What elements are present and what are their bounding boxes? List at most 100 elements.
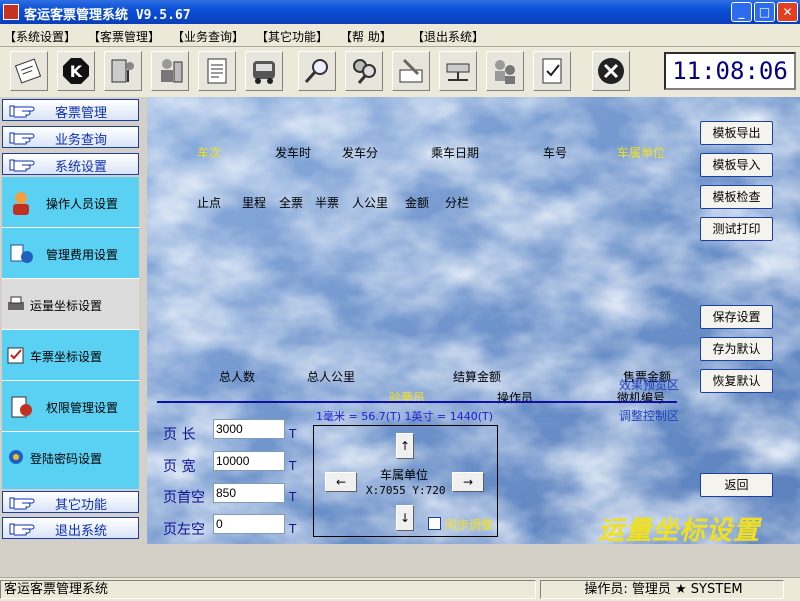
document-icon[interactable] — [198, 51, 236, 91]
sidebar-item-permission-settings[interactable]: 权限管理设置 — [2, 381, 139, 432]
sidebar-item-label: 权限管理设置 — [46, 401, 119, 415]
sidebar: 客票管理 业务查询 系统设置 操作人员设置 管理费用设置 运量坐标设置 车票坐标… — [0, 97, 142, 544]
menu-exit-system[interactable]: 【退出系统】 — [412, 28, 484, 45]
page-top-margin-input[interactable] — [213, 483, 285, 503]
menu-system-settings[interactable]: 【系统设置】 — [4, 28, 76, 45]
sidebar-head-label: 退出系统 — [55, 524, 108, 539]
field-vehicle-unit[interactable]: 车属单位 — [617, 144, 665, 161]
pointing-hand-icon — [9, 497, 35, 510]
page-width-input[interactable] — [213, 451, 285, 471]
field-settlement-amount[interactable]: 结算金额 — [453, 368, 501, 385]
network-icon[interactable] — [439, 51, 477, 91]
page-left-margin-unit: T — [289, 522, 297, 536]
page-length-input[interactable] — [213, 419, 285, 439]
menu-ticket-management[interactable]: 【客票管理】 — [88, 28, 160, 45]
sidebar-item-password-settings[interactable]: 登陆密码设置 — [2, 432, 139, 483]
page-left-margin-input[interactable] — [213, 514, 285, 534]
field-amount[interactable]: 金额 — [405, 194, 429, 211]
stop-k-icon[interactable]: K — [57, 51, 95, 91]
template-export-button[interactable]: 模板导出 — [700, 121, 773, 145]
field-total-person-km[interactable]: 总人公里 — [307, 368, 355, 385]
page-width-label: 页 宽 — [163, 459, 196, 475]
field-inspector[interactable]: 验票员 — [389, 389, 425, 406]
sidebar-head-exit-system[interactable]: 退出系统 — [2, 517, 139, 539]
field-person-km[interactable]: 人公里 — [352, 194, 388, 211]
operator-icon — [13, 192, 29, 215]
sidebar-submenu: 操作人员设置 管理费用设置 运量坐标设置 车票坐标设置 权限管理设置 登陆密码设… — [2, 177, 139, 489]
pointing-hand-icon — [9, 132, 35, 145]
divider-line — [157, 401, 677, 403]
person-config-icon[interactable] — [151, 51, 189, 91]
move-right-button[interactable]: → — [452, 472, 484, 492]
sidebar-head-ticket-management[interactable]: 客票管理 — [2, 99, 139, 121]
field-column[interactable]: 分栏 — [445, 194, 469, 211]
field-mileage[interactable]: 里程 — [242, 194, 266, 211]
save-settings-button[interactable]: 保存设置 — [700, 305, 773, 329]
fee-icon — [10, 244, 33, 263]
bus-icon[interactable] — [245, 51, 283, 91]
restore-default-button[interactable]: 恢复默认 — [700, 369, 773, 393]
field-half-ticket[interactable]: 半票 — [315, 194, 339, 211]
sidebar-item-volume-coord-settings[interactable]: 运量坐标设置 — [2, 279, 139, 330]
sidebar-head-label: 客票管理 — [55, 106, 108, 121]
sidebar-head-label: 其它功能 — [55, 498, 108, 513]
page-top-margin-label: 页首空 — [163, 490, 205, 506]
sidebar-head-system-settings[interactable]: 系统设置 — [2, 153, 139, 175]
field-vehicle-number[interactable]: 车号 — [543, 144, 567, 161]
pointing-hand-icon — [9, 523, 35, 536]
magnifier-icon[interactable] — [298, 51, 336, 91]
pen-icon[interactable] — [392, 51, 430, 91]
field-operator[interactable]: 操作员 — [497, 389, 533, 406]
minimize-button[interactable]: _ — [731, 2, 752, 22]
save-as-default-button[interactable]: 存为默认 — [700, 337, 773, 361]
page-title: 运量坐标设置 — [598, 516, 761, 546]
users-icon[interactable] — [486, 51, 524, 91]
bottom-gap — [0, 544, 800, 577]
field-total-people[interactable]: 总人数 — [219, 368, 255, 385]
sidebar-head-business-query[interactable]: 业务查询 — [2, 126, 139, 148]
field-bus-number[interactable]: 车次 — [197, 144, 221, 161]
sidebar-item-fee-settings[interactable]: 管理费用设置 — [2, 228, 139, 279]
menu-business-query[interactable]: 【业务查询】 — [172, 28, 244, 45]
field-depart-hour[interactable]: 发车时 — [275, 144, 311, 161]
sync-adjust-checkbox[interactable]: 同步调整 — [428, 516, 493, 533]
pointing-hand-icon — [9, 159, 35, 172]
template-check-button[interactable]: 模板检查 — [700, 185, 773, 209]
back-button[interactable]: 返回 — [700, 473, 773, 497]
move-up-button[interactable]: ↑ — [396, 433, 414, 459]
field-full-ticket[interactable]: 全票 — [279, 194, 303, 211]
template-import-button[interactable]: 模板导入 — [700, 153, 773, 177]
test-print-button[interactable]: 测试打印 — [700, 217, 773, 241]
checklist-icon[interactable] — [533, 51, 571, 91]
field-depart-minute[interactable]: 发车分 — [342, 144, 378, 161]
sidebar-head-label: 系统设置 — [55, 160, 108, 175]
sidebar-head-label: 业务查询 — [55, 133, 108, 148]
selected-field-name: 车属单位 — [380, 468, 429, 482]
equipment-icon[interactable] — [104, 51, 142, 91]
menu-other-functions[interactable]: 【其它功能】 — [256, 28, 328, 45]
menu-help[interactable]: 【帮 助】 — [340, 28, 392, 45]
double-magnifier-icon[interactable] — [345, 51, 383, 91]
field-computer-number[interactable]: 微机编号 — [617, 389, 665, 406]
page-length-label: 页 长 — [163, 427, 196, 443]
unit-scale-text: 1毫米 = 56.7(T) 1英寸 = 1440(T) — [316, 410, 494, 423]
page-width-unit: T — [289, 459, 297, 473]
sidebar-item-operator-settings[interactable]: 操作人员设置 — [2, 177, 139, 228]
ticket-icon[interactable] — [10, 51, 48, 91]
field-ride-date[interactable]: 乘车日期 — [431, 144, 479, 161]
page-top-margin-unit: T — [289, 490, 297, 504]
field-end-point[interactable]: 止点 — [197, 194, 221, 211]
move-left-button[interactable]: ← — [325, 472, 357, 492]
selected-field-coords: X:7055 Y:720 — [366, 484, 446, 497]
exit-icon[interactable] — [592, 51, 630, 91]
checkbox-box[interactable] — [428, 517, 441, 530]
menu-bar: 【系统设置】 【客票管理】 【业务查询】 【其它功能】 【帮 助】 【退出系统】 — [0, 24, 800, 47]
pointing-hand-icon — [9, 105, 35, 118]
close-button[interactable]: ✕ — [777, 2, 798, 22]
maximize-button[interactable]: □ — [754, 2, 775, 22]
move-down-button[interactable]: ↓ — [396, 505, 414, 531]
sidebar-item-ticket-coord-settings[interactable]: 车票坐标设置 — [2, 330, 139, 381]
sidebar-head-other-functions[interactable]: 其它功能 — [2, 491, 139, 513]
window-title: 客运客票管理系统 V9.5.67 — [24, 8, 191, 23]
title-bar: 客运客票管理系统 V9.5.67 _ □ ✕ — [0, 0, 800, 24]
